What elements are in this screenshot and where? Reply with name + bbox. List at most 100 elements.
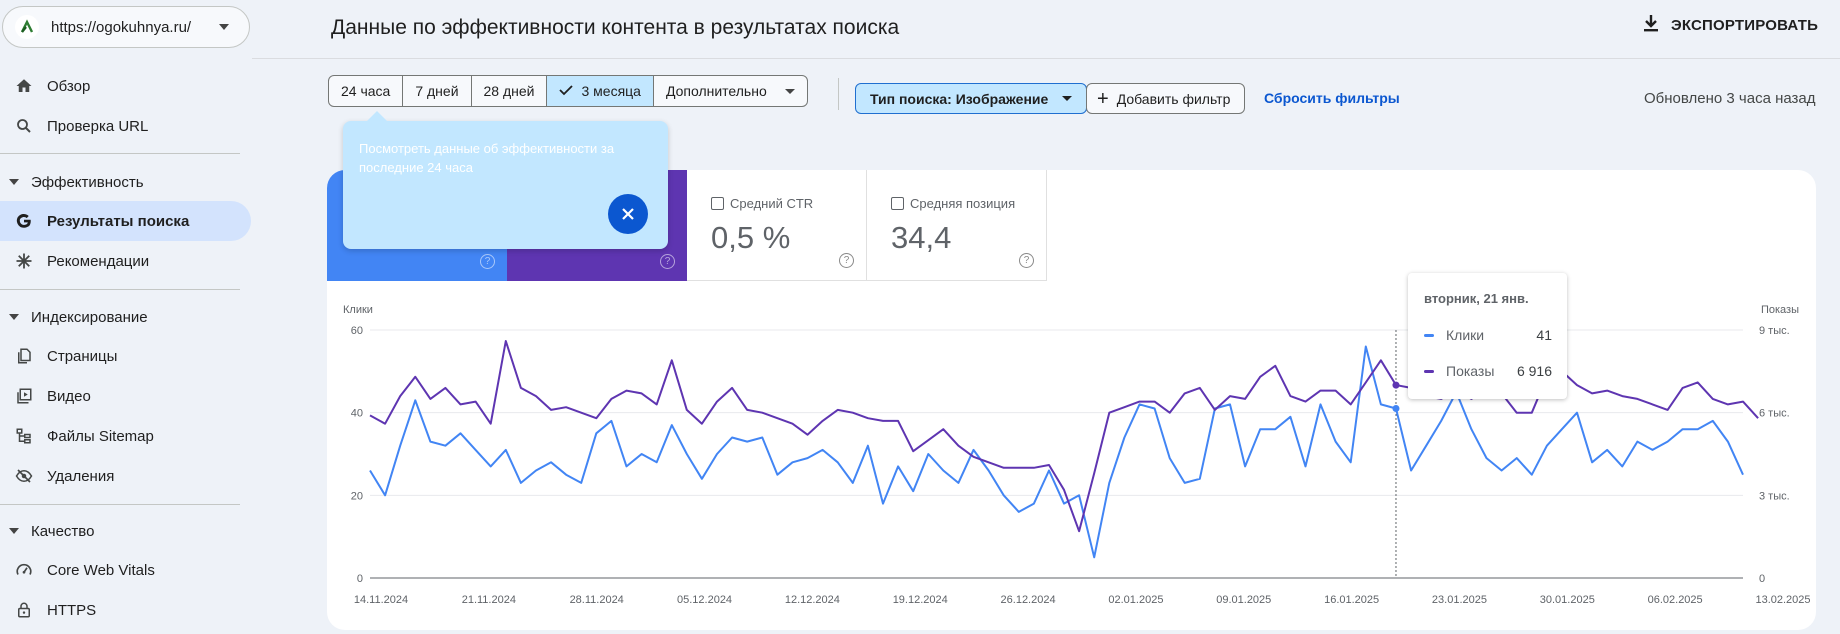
help-icon[interactable]: ? (660, 254, 675, 269)
x-tick-label: 02.01.2025 (1108, 594, 1163, 606)
metric-position-tile[interactable]: Средняя позиция 34,4 ? (867, 170, 1047, 281)
sidebar: https://ogokuhnya.ru/ Обзор Проверка URL… (0, 0, 252, 634)
x-tick-label: 14.11.2024 (354, 594, 408, 606)
legend-swatch (1424, 369, 1434, 373)
checkbox-icon[interactable] (711, 197, 724, 210)
range-3m-button[interactable]: 3 месяца (547, 76, 654, 106)
sidebar-item-label: Core Web Vitals (47, 561, 155, 579)
range-24h-button[interactable]: 24 часа (329, 76, 404, 106)
metric-position-label: Средняя позиция (910, 196, 1016, 211)
sidebar-item-removals[interactable]: Удаления (0, 456, 251, 496)
popup-arrow (367, 111, 387, 121)
metric-label: Средний CTR (711, 196, 813, 211)
sidebar-divider (0, 289, 240, 290)
export-button[interactable]: ЭКСПОРТИРОВАТЬ (1643, 14, 1818, 36)
metric-ctr-label: Средний CTR (730, 196, 814, 211)
checkbox-icon[interactable] (891, 197, 904, 210)
range-more-dropdown[interactable]: Дополнительно (654, 76, 807, 106)
legend-swatch (1424, 333, 1434, 337)
home-icon (14, 76, 34, 96)
metric-ctr-tile[interactable]: Средний CTR 0,5 % ? (687, 170, 867, 281)
search-type-filter[interactable]: Тип поиска: Изображение (855, 83, 1088, 114)
date-range-selector: 24 часа 7 дней 28 дней 3 месяца Дополнит… (328, 75, 808, 107)
collapse-triangle-icon (9, 528, 19, 534)
sparkle-icon (14, 251, 34, 271)
range-28d-button[interactable]: 28 дней (472, 76, 548, 106)
x-tick-label: 16.01.2025 (1324, 594, 1379, 606)
gauge-icon (14, 560, 34, 580)
popup-text: Посмотреть данные об эффективности за по… (359, 141, 615, 175)
range-7d-button[interactable]: 7 дней (403, 76, 472, 106)
help-icon[interactable]: ? (480, 254, 495, 269)
hover-point-clicks (1392, 405, 1400, 413)
performance-chart: 0 0 20 3 тыс. 40 6 тыс. 60 9 тыс. Клики Показы 14.… (343, 304, 1811, 606)
help-icon[interactable]: ? (839, 253, 854, 268)
x-tick-label: 23.01.2025 (1432, 594, 1487, 606)
sidebar-item-label: Страницы (47, 347, 118, 365)
reset-filters-link[interactable]: Сбросить фильтры (1264, 90, 1400, 106)
sidebar-item-video[interactable]: Видео (0, 376, 251, 416)
chevron-down-icon (219, 24, 229, 30)
x-tick-label: 13.02.2025 (1755, 594, 1810, 606)
sidebar-item-label: Рекомендации (47, 252, 150, 270)
sidebar-item-label: HTTPS (47, 601, 97, 619)
metric-position-value: 34,4 (891, 220, 952, 255)
hint-popup: Посмотреть данные об эффективности за по… (343, 111, 668, 249)
header-divider (252, 58, 1840, 59)
sidebar-section-label: Качество (31, 522, 95, 540)
tooltip-clicks-value: 41 (1536, 327, 1552, 343)
y-right-tick-label: 9 тыс. (1759, 325, 1790, 337)
export-label: ЭКСПОРТИРОВАТЬ (1671, 16, 1819, 34)
tooltip-row-impressions: Показы 6 916 (1424, 361, 1552, 381)
sidebar-item-label: Результаты поиска (47, 212, 190, 230)
sidebar-item-recommendations[interactable]: Рекомендации (0, 241, 251, 281)
close-icon (622, 208, 634, 220)
add-filter-label: Добавить фильтр (1116, 90, 1231, 107)
help-icon[interactable]: ? (1019, 253, 1034, 268)
tooltip-row-clicks: Клики 41 (1424, 325, 1552, 345)
popup-close-button[interactable] (608, 194, 648, 234)
y-left-tick-label: 40 (351, 408, 363, 420)
x-tick-label: 19.12.2024 (893, 594, 948, 606)
x-tick-label: 12.12.2024 (785, 594, 840, 606)
x-tick-label: 09.01.2025 (1216, 594, 1271, 606)
check-icon (559, 83, 574, 99)
add-filter-button[interactable]: + Добавить фильтр (1086, 83, 1246, 114)
sidebar-item-overview[interactable]: Обзор (0, 66, 251, 106)
last-updated-text: Обновлено 3 часа назад (1644, 90, 1816, 107)
eye-off-icon (14, 466, 34, 486)
tooltip-clicks-label: Клики (1446, 327, 1485, 343)
y-right-axis-label: Показы (1761, 304, 1799, 316)
property-selector[interactable]: https://ogokuhnya.ru/ (2, 6, 250, 48)
range-label: 24 часа (341, 83, 391, 99)
sidebar-item-core-web-vitals[interactable]: Core Web Vitals (0, 550, 251, 590)
property-url: https://ogokuhnya.ru/ (51, 18, 192, 36)
chevron-down-icon (784, 88, 795, 94)
lock-icon (14, 600, 34, 620)
plus-icon: + (1097, 87, 1109, 110)
sitemap-icon (14, 426, 34, 446)
sidebar-item-search-results[interactable]: Результаты поиска (0, 201, 251, 241)
x-tick-label: 21.11.2024 (462, 594, 516, 606)
search-icon (14, 116, 34, 136)
sidebar-item-label: Проверка URL (47, 117, 149, 135)
y-right-tick-label: 0 (1759, 573, 1765, 585)
search-type-label: Тип поиска: Изображение (870, 90, 1049, 107)
sidebar-section-quality[interactable]: Качество (0, 516, 94, 546)
sidebar-item-label: Удаления (47, 467, 115, 485)
sidebar-item-pages[interactable]: Страницы (0, 336, 251, 376)
sidebar-item-label: Обзор (47, 77, 91, 95)
video-icon (14, 386, 34, 406)
y-left-tick-label: 20 (351, 490, 363, 502)
sidebar-item-sitemaps[interactable]: Файлы Sitemap (0, 416, 251, 456)
y-right-tick-label: 3 тыс. (1759, 490, 1790, 502)
x-tick-label: 28.11.2024 (570, 594, 624, 606)
y-left-axis-label: Клики (343, 304, 373, 316)
download-icon (1643, 14, 1659, 36)
sidebar-section-indexing[interactable]: Индексирование (0, 302, 148, 332)
sidebar-item-url-inspection[interactable]: Проверка URL (0, 106, 251, 146)
sidebar-divider (0, 504, 240, 505)
sidebar-item-https[interactable]: HTTPS (0, 590, 251, 630)
sidebar-section-performance[interactable]: Эффективность (0, 167, 144, 197)
page-title: Данные по эффективности контента в резул… (331, 16, 900, 39)
